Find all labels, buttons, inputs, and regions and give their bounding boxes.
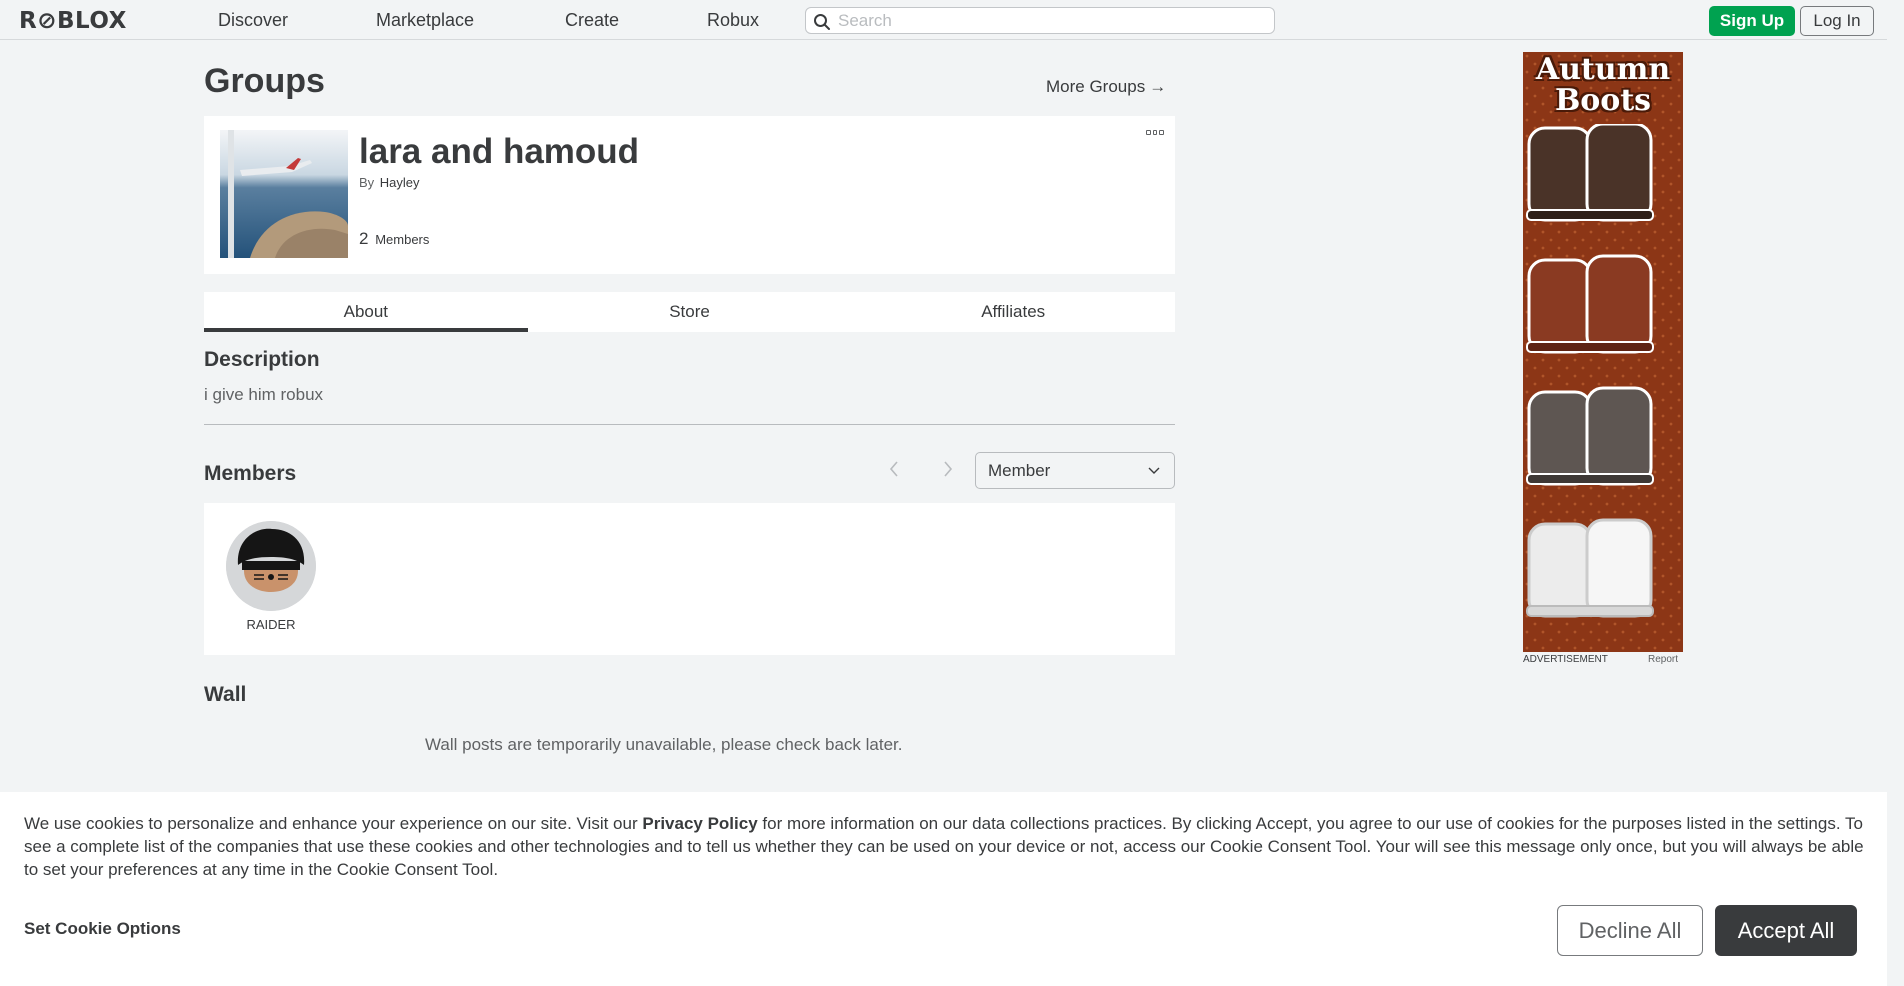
cookie-message: We use cookies to personalize and enhanc… <box>24 812 1869 881</box>
search-input[interactable] <box>838 10 1258 31</box>
scrollbar-track[interactable] <box>1887 0 1904 986</box>
top-navigation: R⊘BLOX Discover Marketplace Create Robux… <box>0 0 1904 40</box>
roblox-logo[interactable]: R⊘BLOX <box>19 8 127 34</box>
ad-title-line2: Boots <box>1554 83 1652 118</box>
advertisement-label: ADVERTISEMENT <box>1523 654 1608 665</box>
sign-up-button[interactable]: Sign Up <box>1709 6 1795 36</box>
report-ad-link[interactable]: Report <box>1648 654 1678 665</box>
arrow-right-icon: → <box>1149 77 1167 96</box>
more-groups-link[interactable]: More Groups → <box>1046 77 1166 97</box>
member-count-value: 2 <box>359 229 369 248</box>
group-tabs: About Store Affiliates <box>204 292 1175 332</box>
next-page-icon[interactable] <box>943 460 953 483</box>
accept-all-button[interactable]: Accept All <box>1715 905 1857 956</box>
role-dropdown[interactable]: Member <box>975 452 1175 489</box>
decline-all-button[interactable]: Decline All <box>1557 905 1703 956</box>
cookie-consent-banner: We use cookies to personalize and enhanc… <box>0 792 1887 986</box>
more-options-icon[interactable] <box>1146 130 1165 138</box>
more-groups-label: More Groups <box>1046 77 1146 96</box>
group-owner-link[interactable]: Hayley <box>380 175 420 190</box>
boot-pair-brown <box>1526 124 1654 222</box>
wall-unavailable-message: Wall posts are temporarily unavailable, … <box>425 735 903 754</box>
member-count: 2 Members <box>359 229 429 249</box>
description-heading: Description <box>204 348 320 371</box>
privacy-policy-link[interactable]: Privacy Policy <box>642 814 757 833</box>
page-title: Groups <box>204 62 325 100</box>
chevron-down-icon <box>1148 467 1160 474</box>
previous-page-icon[interactable] <box>889 460 899 483</box>
group-owner-line: By Hayley <box>359 175 420 190</box>
group-name: lara and hamoud <box>359 132 640 171</box>
member-count-label: Members <box>375 232 430 247</box>
nav-discover[interactable]: Discover <box>218 10 288 31</box>
members-list: RAIDER <box>204 503 1175 655</box>
tab-affiliates[interactable]: Affiliates <box>851 292 1175 332</box>
nav-marketplace[interactable]: Marketplace <box>376 10 474 31</box>
wall-heading: Wall <box>204 683 247 706</box>
member-name[interactable]: RAIDER <box>222 617 320 632</box>
nav-create[interactable]: Create <box>565 10 619 31</box>
log-in-button[interactable]: Log In <box>1800 6 1874 36</box>
boot-pair-grey <box>1526 386 1654 486</box>
tab-store[interactable]: Store <box>528 292 852 332</box>
boot-pair-white <box>1526 518 1654 618</box>
tab-about[interactable]: About <box>204 292 528 332</box>
advertisement-banner[interactable]: Autumn Boots <box>1523 52 1683 652</box>
group-emblem <box>220 130 348 258</box>
set-cookie-options-link[interactable]: Set Cookie Options <box>24 919 181 939</box>
divider <box>204 424 1175 425</box>
by-label: By <box>359 175 375 190</box>
ad-title: Autumn Boots <box>1523 54 1683 116</box>
nav-robux[interactable]: Robux <box>707 10 759 31</box>
role-dropdown-value: Member <box>988 461 1051 480</box>
cookie-text-start: We use cookies to personalize and enhanc… <box>24 814 643 833</box>
ad-title-line1: Autumn <box>1535 52 1671 87</box>
avatar[interactable] <box>226 521 316 611</box>
group-description: i give him robux <box>204 385 324 404</box>
boot-pair-rust <box>1526 254 1654 354</box>
search-icon <box>814 14 830 30</box>
group-header-card: lara and hamoud By Hayley 2 Members <box>204 116 1175 274</box>
members-heading: Members <box>204 462 297 485</box>
boots-illustration <box>1526 124 1654 618</box>
search-box[interactable] <box>805 7 1275 34</box>
